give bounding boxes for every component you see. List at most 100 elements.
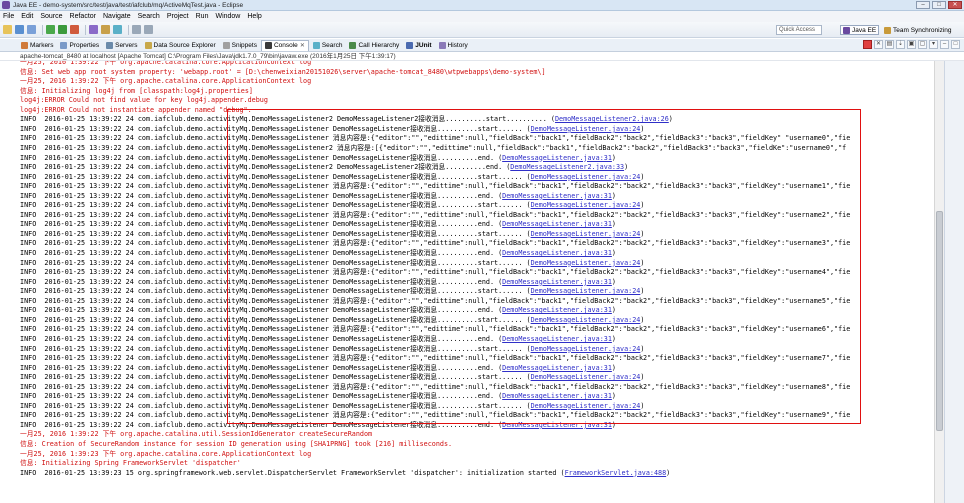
source-link[interactable]: DemoMessageListener.java:31 [502, 335, 612, 343]
console-line-tail: ) [624, 163, 629, 172]
tab-junit[interactable]: JUnit [403, 40, 434, 51]
console-line: INFO 2016-01-25 13:39:22 24 com.iafclub.… [20, 125, 644, 135]
new-icon[interactable] [3, 25, 12, 34]
tab-history[interactable]: History [436, 40, 471, 51]
tab-markers[interactable]: Markers [18, 40, 56, 51]
console-line-text: log4j:ERROR Could not instantiate append… [20, 105, 252, 114]
menu-source[interactable]: Source [40, 13, 62, 20]
tab-properties[interactable]: Properties [57, 40, 102, 51]
source-link[interactable]: DemoMessageListener.java:31 [502, 278, 612, 286]
junit-icon [406, 41, 414, 49]
tab-label: Console [273, 42, 298, 49]
save-icon[interactable] [15, 25, 24, 34]
console-line-tail: ) [640, 201, 645, 210]
console-line: INFO 2016-01-25 13:39:22 24 com.iafclub.… [20, 306, 616, 316]
tab-call-hierarchy[interactable]: Call Hierarchy [346, 40, 402, 51]
tab-console[interactable]: Console ✕ [260, 39, 309, 51]
console-line-tail: ) [611, 153, 616, 162]
menu-run[interactable]: Run [196, 13, 209, 20]
close-tab-icon[interactable]: ✕ [300, 42, 305, 49]
source-link[interactable]: DemoMessageListener.java:24 [531, 316, 641, 324]
menu-file[interactable]: File [3, 13, 14, 20]
scrollbar-thumb[interactable] [936, 211, 943, 431]
console-output[interactable]: 一月25, 2016 1:39:22 下午 org.apache.catalin… [0, 61, 930, 503]
close-button[interactable]: ✕ [948, 1, 962, 9]
console-vertical-scrollbar[interactable] [934, 61, 944, 503]
console-line: INFO 2016-01-25 13:39:22 24 com.iafclub.… [20, 230, 644, 240]
source-link[interactable]: DemoMessageListener.java:24 [531, 173, 641, 181]
source-link[interactable]: DemoMessageListener.java:24 [531, 373, 641, 381]
source-link[interactable]: DemoMessageListener.java:31 [502, 192, 612, 200]
perspective-team-sync[interactable]: Team Synchronizing [884, 25, 952, 35]
perspective-java-ee[interactable]: Java EE [840, 25, 880, 35]
source-link[interactable]: FrameworkServlet.java:488 [565, 469, 667, 477]
source-link[interactable]: DemoMessageListener.java:24 [531, 345, 641, 353]
source-link[interactable]: DemoMessageListener.java:31 [502, 364, 612, 372]
minimize-button[interactable]: – [916, 1, 930, 9]
source-link[interactable]: DemoMessageListener.java:24 [531, 259, 641, 267]
menu-navigate[interactable]: Navigate [103, 13, 131, 20]
quick-access-input[interactable]: Quick Access [776, 25, 822, 35]
display-console-icon[interactable]: ▢ [918, 40, 927, 49]
console-line: 信息: Set web app root system property: 'w… [20, 68, 546, 78]
source-link[interactable]: DemoMessageListener.java:31 [502, 220, 612, 228]
menu-search[interactable]: Search [138, 13, 160, 20]
window-title: Java EE - demo-system/src/test/java/test… [13, 1, 244, 9]
menu-help[interactable]: Help [247, 13, 261, 20]
menu-project[interactable]: Project [167, 13, 189, 20]
clear-console-icon[interactable]: ▤ [885, 40, 894, 49]
menu-edit[interactable]: Edit [21, 13, 33, 20]
back-icon[interactable] [132, 25, 141, 34]
console-view-controls: ✕ ▤ ⇣ ▣ ▢ ▾ – □ [863, 40, 960, 49]
menu-window[interactable]: Window [215, 13, 240, 20]
source-link[interactable]: DemoMessageListener.java:24 [531, 402, 641, 410]
source-link[interactable]: DemoMessageListener.java:31 [502, 421, 612, 429]
console-line-tail: ) [611, 306, 616, 315]
source-link[interactable]: DemoMessageListener.java:31 [502, 392, 612, 400]
run-icon[interactable] [58, 25, 67, 34]
tab-data-source-explorer[interactable]: Data Source Explorer [142, 40, 219, 51]
console-line-text: INFO 2016-01-25 13:39:22 24 com.iafclub.… [20, 220, 503, 229]
menu-refactor[interactable]: Refactor [70, 13, 96, 20]
tab-search[interactable]: Search [310, 40, 346, 51]
forward-icon[interactable] [144, 25, 153, 34]
terminate-icon[interactable] [863, 40, 872, 49]
console-line-text: INFO 2016-01-25 13:39:22 24 com.iafclub.… [20, 163, 511, 172]
open-type-icon[interactable] [101, 25, 110, 34]
maximize-view-icon[interactable]: □ [951, 40, 960, 49]
source-link[interactable]: DemoMessageListener2.java:26 [555, 115, 669, 123]
open-console-icon[interactable]: ▾ [929, 40, 938, 49]
source-link[interactable]: DemoMessageListener.java:31 [502, 154, 612, 162]
source-link[interactable]: DemoMessageListener2.java:33 [510, 163, 624, 171]
console-line: 信息: Initializing log4j from [classpath:l… [20, 87, 253, 97]
console-line-text: INFO 2016-01-25 13:39:22 24 com.iafclub.… [20, 306, 503, 315]
console-line-text: INFO 2016-01-25 13:39:22 24 com.iafclub.… [20, 287, 531, 296]
new-java-class-icon[interactable] [89, 25, 98, 34]
source-link[interactable]: DemoMessageListener.java:24 [531, 287, 641, 295]
source-link[interactable]: DemoMessageListener.java:31 [502, 249, 612, 257]
perspective-label: Team Synchronizing [893, 26, 952, 34]
console-line: INFO 2016-01-25 13:39:22 24 com.iafclub.… [20, 154, 616, 164]
search-tool-icon[interactable] [113, 25, 122, 34]
save-all-icon[interactable] [27, 25, 36, 34]
source-link[interactable]: DemoMessageListener.java:24 [531, 230, 641, 238]
search-icon [312, 41, 320, 49]
console-line-text: 信息: Set web app root system property: 'w… [20, 67, 546, 76]
external-tools-icon[interactable] [70, 25, 79, 34]
source-link[interactable]: DemoMessageListener.java:24 [531, 201, 641, 209]
console-line-tail: ) [611, 220, 616, 229]
console-line: INFO 2016-01-25 13:39:22 24 com.iafclub.… [20, 297, 850, 307]
debug-icon[interactable] [46, 25, 55, 34]
minimize-view-icon[interactable]: – [940, 40, 949, 49]
source-link[interactable]: DemoMessageListener.java:24 [531, 125, 641, 133]
source-link[interactable]: DemoMessageListener.java:31 [502, 306, 612, 314]
scroll-lock-icon[interactable]: ⇣ [896, 40, 905, 49]
console-line-text: INFO 2016-01-25 13:39:22 24 com.iafclub.… [20, 239, 851, 248]
maximize-button[interactable]: □ [932, 1, 946, 9]
remove-launch-icon[interactable]: ✕ [874, 40, 883, 49]
pin-console-icon[interactable]: ▣ [907, 40, 916, 49]
console-line-text: INFO 2016-01-25 13:39:23 15 org.springfr… [20, 468, 565, 477]
console-line-text: INFO 2016-01-25 13:39:22 24 com.iafclub.… [20, 334, 503, 343]
tab-snippets[interactable]: Snippets [220, 40, 260, 51]
tab-servers[interactable]: Servers [103, 40, 140, 51]
